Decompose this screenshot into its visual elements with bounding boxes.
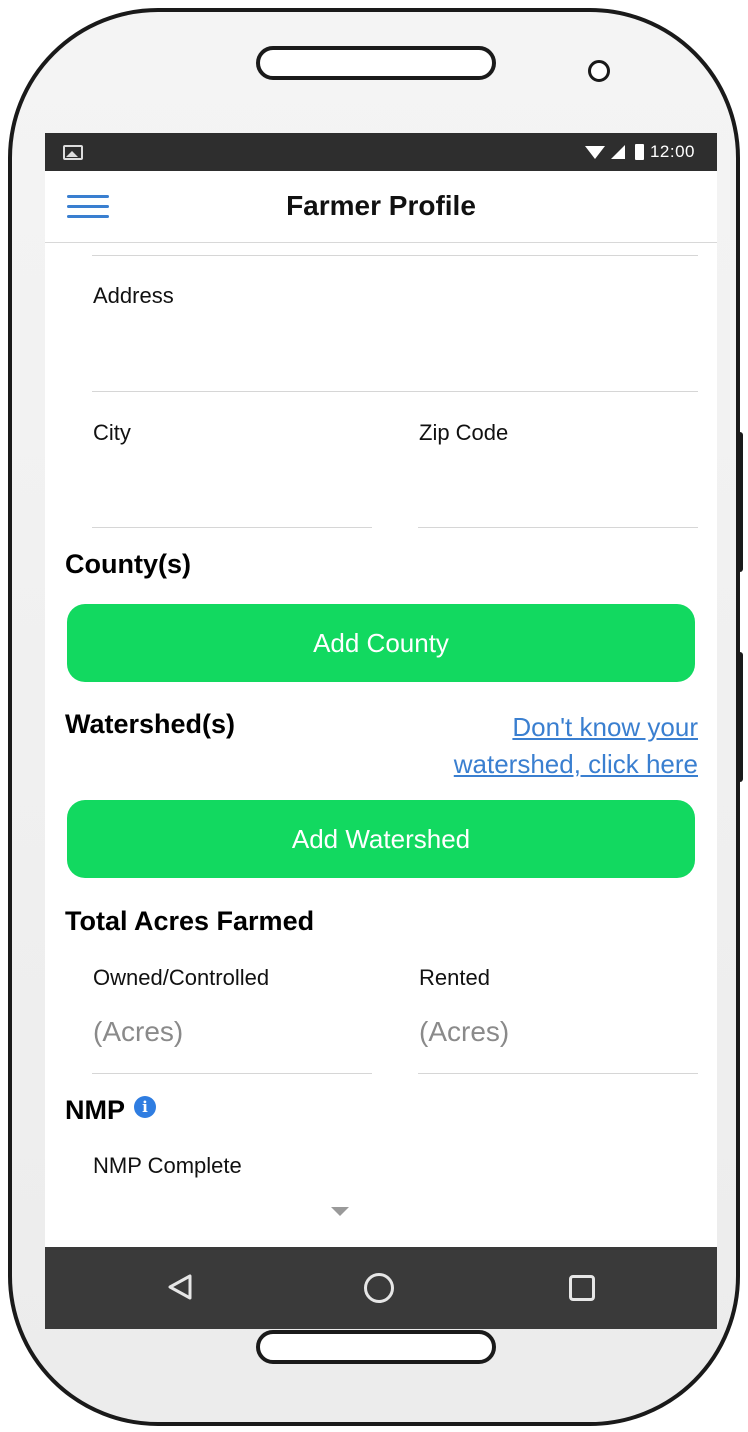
acres-section-title: Total Acres Farmed <box>65 906 315 936</box>
wifi-icon <box>584 145 605 159</box>
screen: 12:00 Farmer Profile Address City Zip Co… <box>45 133 717 1329</box>
home-slot <box>256 1330 496 1364</box>
rented-acres-underline <box>418 1073 698 1074</box>
page-title: Farmer Profile <box>286 190 476 221</box>
status-time: 12:00 <box>649 142 695 161</box>
status-bar: 12:00 <box>45 133 717 171</box>
front-camera <box>588 60 610 82</box>
signal-icon <box>610 145 625 159</box>
recents-icon[interactable] <box>569 1275 595 1301</box>
image-icon <box>63 145 83 160</box>
watershed-help-link-line1: Don't know your <box>512 712 698 742</box>
county-section-title: County(s) <box>65 549 191 579</box>
nmp-section-title: NMP <box>65 1095 125 1125</box>
add-watershed-button[interactable]: Add Watershed <box>67 800 695 878</box>
watershed-help-link-line2: watershed, click here <box>453 749 698 779</box>
watershed-help-link[interactable]: Don't know your watershed, click here <box>454 709 698 783</box>
add-county-button[interactable]: Add County <box>67 604 695 682</box>
watershed-section-title: Watershed(s) <box>65 709 236 739</box>
nmp-complete-dropdown-arrow-icon[interactable] <box>331 1207 349 1216</box>
battery-icon <box>634 144 644 160</box>
city-label: City <box>93 420 131 445</box>
info-icon[interactable]: i <box>134 1096 156 1118</box>
form-content: Address City Zip Code County(s) Add Coun… <box>45 243 717 1247</box>
rented-acres-input[interactable]: (Acres) <box>419 1016 509 1048</box>
back-icon[interactable] <box>167 1273 193 1301</box>
owned-acres-input[interactable]: (Acres) <box>93 1016 183 1048</box>
address-field[interactable] <box>92 391 698 392</box>
home-icon[interactable] <box>364 1273 394 1303</box>
city-field[interactable] <box>92 527 372 528</box>
android-nav-bar <box>45 1247 717 1329</box>
nmp-complete-label: NMP Complete <box>93 1153 242 1178</box>
power-button <box>737 652 743 782</box>
owned-acres-underline <box>92 1073 372 1074</box>
address-label: Address <box>93 283 174 308</box>
zip-code-field[interactable] <box>418 527 698 528</box>
earpiece-speaker <box>256 46 496 80</box>
status-icons: 12:00 <box>584 141 695 163</box>
app-bar: Farmer Profile <box>45 171 717 243</box>
rented-label: Rented <box>419 965 490 990</box>
zip-code-label: Zip Code <box>419 420 509 445</box>
volume-button <box>737 432 743 572</box>
owned-controlled-label: Owned/Controlled <box>93 965 270 990</box>
top-divider <box>92 255 698 256</box>
